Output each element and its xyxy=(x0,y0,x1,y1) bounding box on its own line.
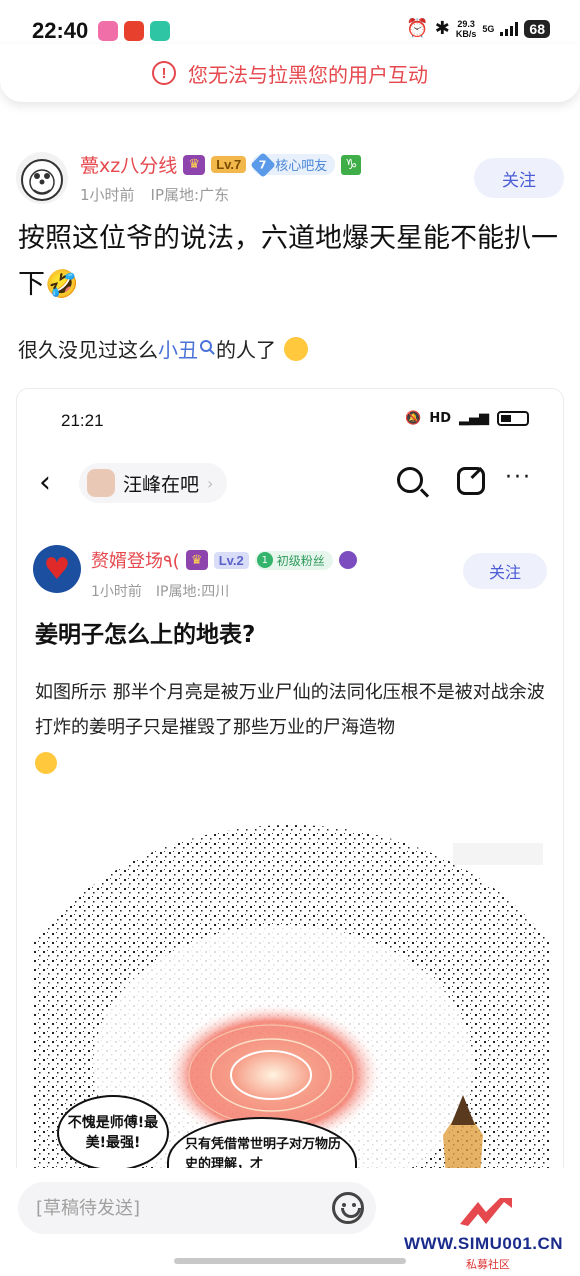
badge-icon xyxy=(338,551,357,569)
home-indicator[interactable] xyxy=(174,1258,406,1264)
emoji-icon xyxy=(284,336,308,361)
exclamation-icon: ! xyxy=(152,61,176,85)
search-icon[interactable] xyxy=(397,467,423,493)
follow-button[interactable]: 关注 xyxy=(474,158,564,198)
post-meta: 1小时前 IP属地:广东 xyxy=(80,184,229,205)
forum-avatar xyxy=(87,469,115,497)
post-time: 1小时前 xyxy=(91,584,142,600)
forum-pill[interactable]: 汪峰在吧 › xyxy=(79,463,228,503)
embedded-status-icons: 🔕 HD ▂▄▆ xyxy=(405,411,529,426)
fan-badge: 1 初级粉丝 xyxy=(254,550,333,570)
back-icon[interactable]: ‹ xyxy=(39,465,51,500)
edit-icon[interactable] xyxy=(457,467,485,495)
battery-icon: 68 xyxy=(524,19,550,38)
network-type: 5G xyxy=(482,23,495,34)
hd-icon: HD xyxy=(429,411,451,426)
post-header: 甍xz八分线 ♛ Lv.7 7 核心吧友 ♑ 1小时前 IP属地:广东 关注 xyxy=(16,148,564,210)
username[interactable]: 甍xz八分线 xyxy=(80,151,177,178)
bluetooth-icon: ✱ xyxy=(434,18,450,39)
speech-bubble: 不愧是师傅!最美!最强! xyxy=(57,1095,169,1171)
post-title: 按照这位爷的说法，六道地爆天星能不能扒一下🤣 xyxy=(18,223,558,300)
avatar[interactable]: ♥ xyxy=(33,545,81,593)
app-notification-icon xyxy=(124,21,144,41)
signal-icon xyxy=(500,21,519,36)
watermark: WWW.SIMU001.CN 私募社区 xyxy=(400,1190,576,1271)
more-icon[interactable]: ··· xyxy=(505,465,532,490)
avatar[interactable] xyxy=(16,152,68,204)
post-body: 很久没见过这么 小丑 的人了 xyxy=(18,334,566,363)
post-location: IP属地:四川 xyxy=(155,584,230,600)
embedded-nav-bar: ‹ 汪峰在吧 › ··· xyxy=(17,459,563,507)
level-badge: Lv.2 xyxy=(213,551,249,569)
network-speed: 29.3 KB/s xyxy=(455,18,477,39)
embedded-post-body: 如图所示 那半个月亮是被万业尸仙的法同化压根不是被对战余波打炸的姜明子只是摧毁了… xyxy=(35,675,549,780)
search-icon[interactable] xyxy=(200,339,212,352)
gem-icon: 1 xyxy=(256,552,273,568)
reply-input[interactable] xyxy=(18,1182,376,1234)
username[interactable]: 赘婿登场٩( xyxy=(91,547,180,573)
app-notification-icon xyxy=(98,21,118,41)
watermark-logo xyxy=(460,1198,512,1226)
signal-icon: ▂▄▆ xyxy=(459,411,489,426)
block-warning-banner: ! 您无法与拉黑您的用户互动 xyxy=(0,44,580,102)
emoji-icon xyxy=(35,752,57,774)
follow-button[interactable]: 关注 xyxy=(463,553,547,589)
capricorn-icon: ♑ xyxy=(341,154,362,175)
post-location: IP属地:广东 xyxy=(150,186,230,204)
battery-icon xyxy=(497,411,529,426)
embedded-status-time: 21:21 xyxy=(61,411,104,430)
chevron-right-icon: › xyxy=(207,473,214,493)
mute-icon: 🔕 xyxy=(405,411,422,426)
member-badge: 7 核心吧友 xyxy=(250,151,336,178)
forum-name: 汪峰在吧 xyxy=(123,473,200,496)
crown-icon: ♛ xyxy=(183,154,206,175)
embedded-post-title: 姜明子怎么上的地表? xyxy=(35,622,256,648)
crown-icon: ♛ xyxy=(185,550,208,570)
level-badge: Lv.7 xyxy=(211,156,247,173)
post-meta: 1小时前 IP属地:四川 xyxy=(91,581,229,601)
embedded-screenshot[interactable]: 21:21 🔕 HD ▂▄▆ ‹ 汪峰在吧 › ··· ♥ 赘婿登场٩( ♛ L… xyxy=(16,388,564,1188)
post-time: 1小时前 xyxy=(80,186,135,204)
status-time: 22:40 xyxy=(32,18,89,43)
app-notification-icon xyxy=(150,21,170,41)
gem-icon: 7 xyxy=(250,151,277,178)
emoji-picker-icon[interactable] xyxy=(332,1192,364,1224)
alarm-icon: ⏰ xyxy=(406,18,429,39)
keyword-link[interactable]: 小丑 xyxy=(158,334,198,363)
banner-text: 您无法与拉黑您的用户互动 xyxy=(188,62,428,87)
